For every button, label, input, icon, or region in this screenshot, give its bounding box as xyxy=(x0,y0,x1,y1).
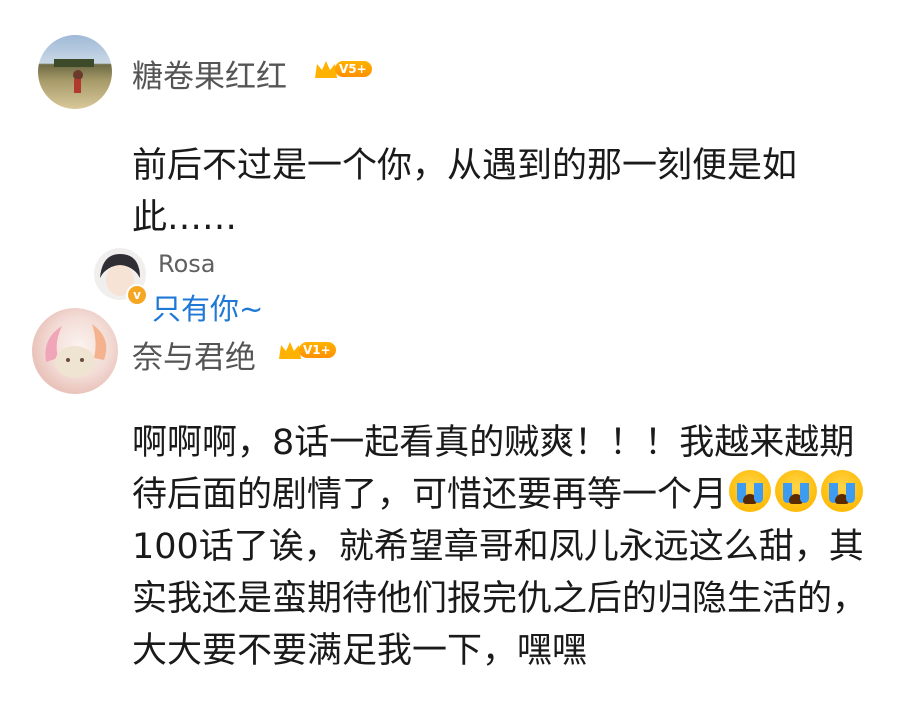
reply-text: 只有你~ xyxy=(152,292,264,326)
comment-text: 前后不过是一个你，从遇到的那一刻便是如此…… xyxy=(132,146,798,238)
crying-face-icon xyxy=(821,470,864,512)
level-text: V5+ xyxy=(335,61,372,77)
verified-badge: v xyxy=(126,284,148,306)
avatar-illustration xyxy=(45,324,107,378)
username[interactable]: 奈与君绝 xyxy=(132,332,256,377)
crying-face-icon xyxy=(729,470,772,512)
level-badge: V5+ xyxy=(313,58,372,80)
avatar[interactable] xyxy=(32,308,118,394)
avatar-photo xyxy=(54,59,94,93)
avatar[interactable] xyxy=(38,35,112,109)
username[interactable]: 糖卷果红红 xyxy=(132,51,287,96)
crying-face-icon xyxy=(775,470,818,512)
level-badge: V1+ xyxy=(277,339,336,361)
reply-username[interactable]: Rosa xyxy=(158,250,216,278)
comment-text: 啊啊啊，8话一起看真的贼爽！！！我越来越期待后面的剧情了，可惜还要再等一个月 10… xyxy=(132,417,882,677)
level-text: V1+ xyxy=(299,342,336,358)
comment-text-part: 100话了诶，就希望章哥和凤儿永远这么甜，其实我还是蛮期待他们报完仇之后的归隐生… xyxy=(132,527,868,671)
